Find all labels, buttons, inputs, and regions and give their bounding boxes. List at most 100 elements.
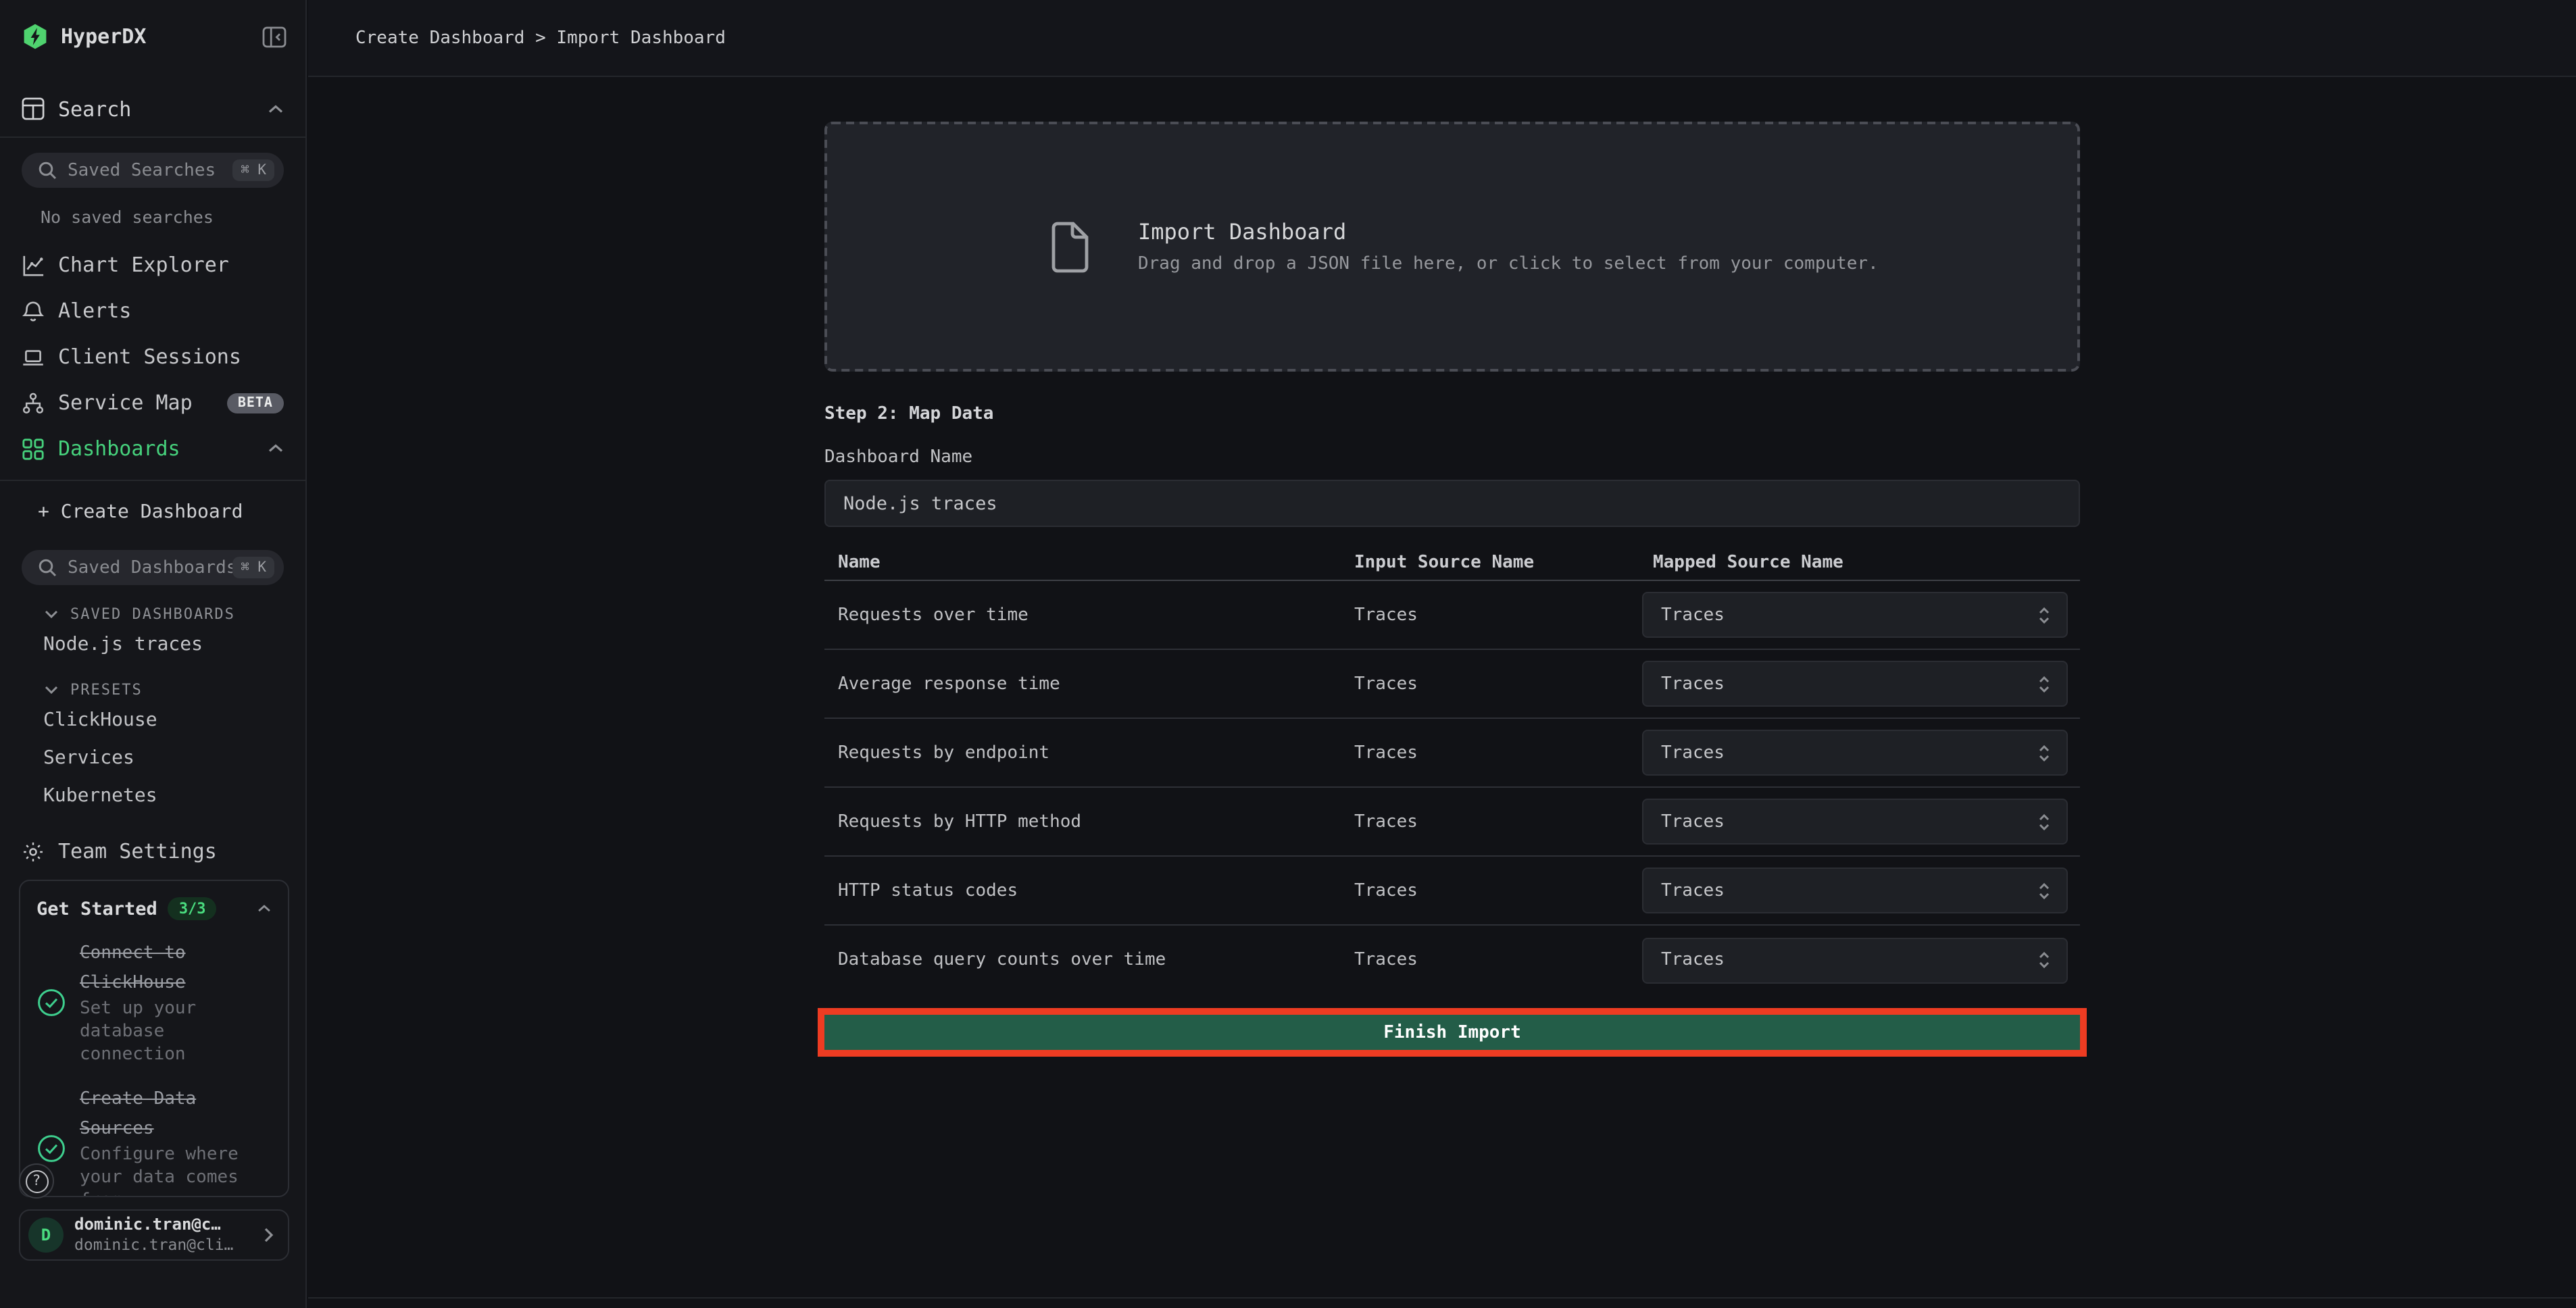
task-subtitle: Set up your database connection xyxy=(80,997,272,1066)
cmd-k-shortcut: ⌘ K xyxy=(232,557,274,578)
user-account-button[interactable]: D dominic.tran@c… dominic.tran@cli… xyxy=(19,1209,289,1261)
brand-title: HyperDX xyxy=(61,24,262,49)
saved-dashboards-input[interactable]: Saved Dashboards ⌘ K xyxy=(22,550,284,585)
mapped-source-select[interactable]: Traces xyxy=(1642,730,2068,776)
group-label: PRESETS xyxy=(70,680,143,698)
sidebar-dashboard-nodejs-traces[interactable]: Node.js traces xyxy=(0,628,305,661)
task-subtitle: Configure where your data comes from xyxy=(80,1143,272,1197)
input-source-value: Traces xyxy=(1354,743,1642,763)
check-circle-icon xyxy=(36,987,66,1017)
sidebar-item-label: Client Sessions xyxy=(58,345,241,369)
presets-group-header[interactable]: PRESETS xyxy=(45,680,305,699)
chart-name: Requests by HTTP method xyxy=(824,811,1354,832)
input-source-value: Traces xyxy=(1354,674,1642,694)
laptop-icon xyxy=(22,345,45,368)
mapped-source-select[interactable]: Traces xyxy=(1642,592,2068,638)
mapping-table: Name Input Source Name Mapped Source Nam… xyxy=(824,546,2080,995)
create-dashboard-button[interactable]: + Create Dashboard xyxy=(0,489,305,535)
sidebar-item-label: Dashboards xyxy=(58,436,180,461)
hierarchy-icon xyxy=(22,391,45,414)
mapped-source-select[interactable]: Traces xyxy=(1642,937,2068,983)
breadcrumb: Create Dashboard > Import Dashboard xyxy=(355,28,726,48)
search-icon xyxy=(38,558,57,577)
sidebar-item-alerts[interactable]: Alerts xyxy=(0,288,305,334)
logo-row: HyperDX xyxy=(0,0,305,62)
saved-dashboards-placeholder: Saved Dashboards xyxy=(68,557,232,578)
get-started-header[interactable]: Get Started 3/3 xyxy=(36,897,272,920)
saved-searches-placeholder: Saved Searches xyxy=(68,160,232,180)
check-circle-icon xyxy=(36,1133,66,1163)
sidebar-item-dashboards[interactable]: Dashboards xyxy=(0,426,305,472)
chevron-up-icon[interactable] xyxy=(268,103,284,114)
sidebar-nav: Chart Explorer Alerts Cl xyxy=(0,242,305,472)
search-section-icon xyxy=(22,97,45,120)
table-header-row: Name Input Source Name Mapped Source Nam… xyxy=(824,546,2080,581)
column-header-input-source: Input Source Name xyxy=(1354,553,1642,573)
finish-import-button[interactable]: Finish Import xyxy=(824,1015,2080,1050)
selector-chevrons-icon xyxy=(2035,950,2053,970)
task-title: Create Data Sources xyxy=(80,1089,196,1139)
saved-dashboards-group-header[interactable]: SAVED DASHBOARDS xyxy=(45,604,305,623)
select-value: Traces xyxy=(1661,674,1725,694)
sidebar-item-label: Search xyxy=(58,97,131,121)
sidebar-item-service-map[interactable]: Service Map BETA xyxy=(0,380,305,426)
collapse-sidebar-icon[interactable] xyxy=(262,25,287,48)
sidebar-item-label: Service Map xyxy=(58,391,193,415)
dropzone-title: Import Dashboard xyxy=(1138,219,1879,245)
mapped-source-select[interactable]: Traces xyxy=(1642,867,2068,913)
selector-chevrons-icon xyxy=(2035,743,2053,763)
bottom-divider xyxy=(308,1297,2576,1299)
beta-badge: BETA xyxy=(227,393,284,413)
sidebar-item-client-sessions[interactable]: Client Sessions xyxy=(0,334,305,380)
dashboard-name-input[interactable]: Node.js traces xyxy=(824,480,2080,527)
main-area: Create Dashboard > Import Dashboard Impo… xyxy=(308,0,2576,1308)
sidebar-preset-clickhouse[interactable]: ClickHouse xyxy=(0,704,305,736)
mapped-source-select[interactable]: Traces xyxy=(1642,661,2068,707)
chart-name: Database query counts over time xyxy=(824,950,1354,970)
search-icon xyxy=(38,161,57,180)
page-header: Create Dashboard > Import Dashboard xyxy=(308,0,2576,77)
dashboard-name-value: Node.js traces xyxy=(843,493,997,514)
dashboards-grid-icon xyxy=(22,437,45,460)
annotation-highlight-box: Finish Import xyxy=(818,1008,2087,1057)
mapped-source-select[interactable]: Traces xyxy=(1642,799,2068,845)
avatar: D xyxy=(28,1217,64,1253)
select-value: Traces xyxy=(1661,605,1725,625)
column-header-mapped-source: Mapped Source Name xyxy=(1642,553,2080,573)
import-dropzone[interactable]: Import Dashboard Drag and drop a JSON fi… xyxy=(824,122,2080,372)
input-source-value: Traces xyxy=(1354,950,1642,970)
chevron-down-icon xyxy=(45,684,58,694)
table-row: HTTP status codes Traces Traces xyxy=(824,857,2080,926)
get-started-item-connect[interactable]: Connect to ClickHouse Set up your databa… xyxy=(36,938,272,1066)
gear-icon xyxy=(22,840,45,863)
chevron-up-icon[interactable] xyxy=(268,443,284,454)
progress-badge: 3/3 xyxy=(168,897,217,920)
sidebar-item-search[interactable]: Search xyxy=(0,81,305,138)
import-dashboard-content: Import Dashboard Drag and drop a JSON fi… xyxy=(824,77,2080,1057)
chart-name: Average response time xyxy=(824,674,1354,694)
hyperdx-app: HyperDX Search xyxy=(0,0,2576,1308)
user-name: dominic.tran@c… xyxy=(74,1215,253,1236)
task-title: Connect to ClickHouse xyxy=(80,943,186,993)
sidebar-item-chart-explorer[interactable]: Chart Explorer xyxy=(0,242,305,288)
dashboards-section: + Create Dashboard Saved Dashboards ⌘ K … xyxy=(0,480,305,874)
input-source-value: Traces xyxy=(1354,811,1642,832)
chevron-up-icon[interactable] xyxy=(257,904,272,913)
sidebar-preset-services[interactable]: Services xyxy=(0,742,305,774)
chart-name: HTTP status codes xyxy=(824,880,1354,901)
help-button[interactable]: ? xyxy=(19,1163,54,1199)
get-started-item-sources[interactable]: Create Data Sources Configure where your… xyxy=(36,1084,272,1197)
user-email: dominic.tran@cli… xyxy=(74,1236,253,1255)
select-value: Traces xyxy=(1661,950,1725,970)
chevron-down-icon xyxy=(45,609,58,618)
file-icon xyxy=(1049,221,1089,272)
hyperdx-logo-icon xyxy=(22,23,49,50)
chart-name: Requests by endpoint xyxy=(824,743,1354,763)
sidebar: HyperDX Search xyxy=(0,0,307,1308)
sidebar-preset-kubernetes[interactable]: Kubernetes xyxy=(0,780,305,812)
select-value: Traces xyxy=(1661,811,1725,832)
input-source-value: Traces xyxy=(1354,880,1642,901)
table-row: Average response time Traces Traces xyxy=(824,650,2080,719)
saved-searches-input[interactable]: Saved Searches ⌘ K xyxy=(22,153,284,188)
sidebar-item-team-settings[interactable]: Team Settings xyxy=(0,828,305,874)
